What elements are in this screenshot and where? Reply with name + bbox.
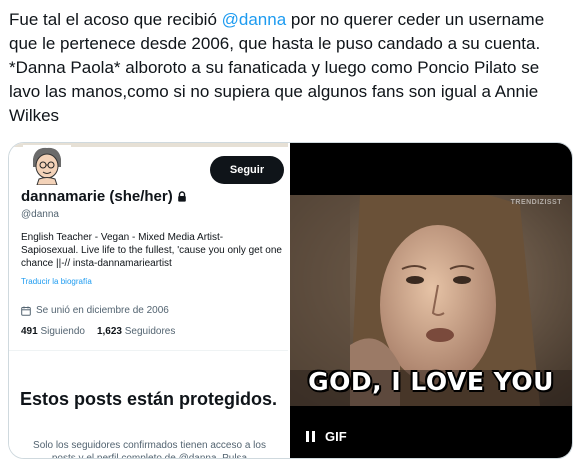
bio: English Teacher - Vegan - Mixed Media Ar…: [21, 232, 282, 269]
mention-link[interactable]: @danna: [222, 10, 287, 29]
following-link[interactable]: 491 Siguiendo: [21, 326, 85, 337]
gif-controls: GIF: [306, 429, 347, 444]
avatar: [23, 145, 71, 185]
pause-icon[interactable]: [306, 430, 316, 443]
following-count: 491: [21, 326, 38, 337]
follow-button[interactable]: Seguir: [210, 156, 284, 184]
display-name: dannamarie (she/her): [21, 188, 187, 205]
tweet-text-start: Fue tal el acoso que recibió: [9, 10, 222, 29]
profile-screenshot-image[interactable]: Seguir dannamarie (she/her) @danna Engli…: [9, 143, 290, 458]
gif-player[interactable]: TRENDIZISST GOD, I LOVE YOU GIF: [290, 143, 572, 458]
join-date: Se unió en diciembre de 2006: [21, 305, 169, 316]
following-label: Siguiendo: [40, 326, 85, 337]
lock-icon: [177, 191, 186, 202]
handle: @danna: [21, 209, 59, 220]
translate-bio-link[interactable]: Traducir la biografía: [21, 277, 92, 286]
gif-badge: GIF: [325, 429, 347, 444]
calendar-icon: [21, 306, 31, 316]
gif-caption: GOD, I LOVE YOU: [308, 367, 554, 396]
followers-count: 1,623: [96, 326, 122, 337]
gif-watermark: TRENDIZISST: [510, 199, 562, 206]
protected-posts-title: Estos posts están protegidos.: [19, 389, 278, 409]
display-name-text: dannamarie (she/her): [21, 188, 173, 205]
followers-link[interactable]: 1,623 Seguidores: [97, 326, 175, 337]
protected-posts-body: Solo los seguidores confirmados tienen a…: [33, 440, 266, 458]
followers-label: Seguidores: [124, 326, 176, 337]
media-grid: Seguir dannamarie (she/her) @danna Engli…: [8, 142, 573, 459]
follow-stats: 491 Siguiendo 1,623 Seguidores: [21, 326, 175, 337]
join-date-text: Se unió en diciembre de 2006: [36, 305, 169, 316]
tweet-text: Fue tal el acoso que recibió @danna por …: [9, 8, 565, 128]
divider: [9, 350, 288, 351]
